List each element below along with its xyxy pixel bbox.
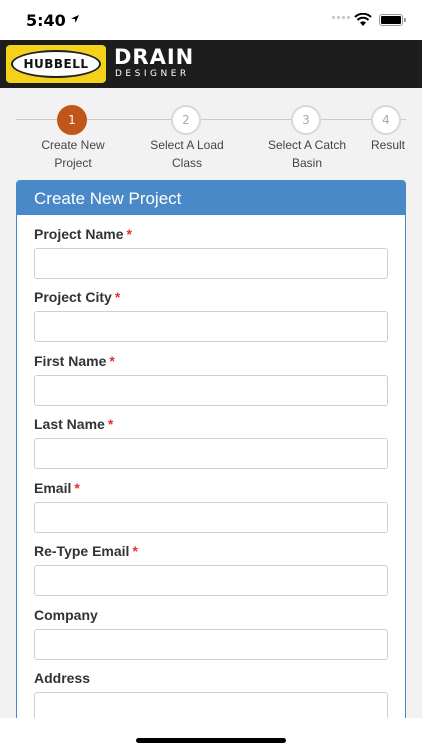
email-label: Email * — [34, 480, 80, 496]
step-4-label: Result — [370, 138, 405, 152]
project-city-input[interactable] — [34, 311, 388, 342]
last-name-label: Last Name * — [34, 416, 114, 432]
battery-cap — [404, 18, 406, 22]
app-header: HUBBELL — [0, 40, 422, 88]
step-4-circle[interactable]: 4 — [371, 105, 401, 135]
battery-icon — [379, 14, 403, 26]
home-indicator[interactable] — [136, 738, 286, 743]
step-1-label: Create New Project — [41, 138, 105, 170]
step-2-label: Select A Load Class — [150, 138, 224, 170]
card-title: Create New Project — [17, 181, 405, 215]
email-input[interactable] — [34, 502, 388, 533]
project-name-label: Project Name * — [34, 226, 132, 242]
last-name-input[interactable] — [34, 438, 388, 469]
location-arrow-icon — [71, 15, 79, 23]
step-2-circle[interactable]: 2 — [171, 105, 201, 135]
company-label: Company — [34, 607, 98, 623]
step-3-label: Select A Catch Basin — [267, 138, 347, 170]
retype-email-input[interactable] — [34, 565, 388, 596]
cellular-signal-icon — [332, 16, 350, 19]
hubbell-logo: HUBBELL — [6, 45, 106, 83]
first-name-input[interactable] — [34, 375, 388, 406]
home-indicator-area — [0, 718, 422, 750]
first-name-label: First Name * — [34, 353, 115, 369]
project-city-label: Project City * — [34, 289, 121, 305]
retype-email-label: Re-Type Email * — [34, 543, 138, 559]
brand-subtitle: DESIGNER — [115, 69, 190, 79]
status-time: 5:40 — [26, 11, 66, 30]
address-label: Address — [34, 670, 91, 686]
wifi-icon — [354, 13, 372, 26]
project-name-input[interactable] — [34, 248, 388, 279]
logo-text: HUBBELL — [23, 57, 89, 71]
brand-title: DRAIN — [114, 45, 195, 69]
company-input[interactable] — [34, 629, 388, 660]
step-3-circle[interactable]: 3 — [291, 105, 321, 135]
step-1-circle[interactable]: 1 — [57, 105, 87, 135]
status-bar: 5:40 — [0, 0, 422, 40]
